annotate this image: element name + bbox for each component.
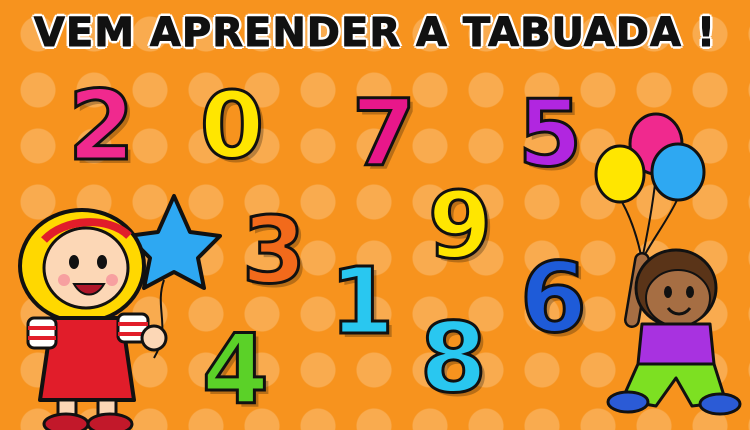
boy-with-balloons-icon <box>594 112 742 416</box>
digit-1: 1 <box>328 248 395 355</box>
digit-7: 7 <box>350 80 417 187</box>
digit-2: 2 <box>67 70 137 182</box>
digit-0: 0 <box>198 72 265 179</box>
digit-5: 5 <box>516 80 583 187</box>
digit-6: 6 <box>519 242 589 354</box>
poster-canvas: VEM APRENDER A TABUADA ! 2 0 7 5 3 9 1 6… <box>0 0 750 430</box>
digit-3: 3 <box>240 197 307 304</box>
digit-9: 9 <box>426 172 493 279</box>
girl-with-star-balloon-icon <box>18 194 222 430</box>
digit-8: 8 <box>419 302 489 414</box>
poster-title: VEM APRENDER A TABUADA ! <box>33 10 717 57</box>
